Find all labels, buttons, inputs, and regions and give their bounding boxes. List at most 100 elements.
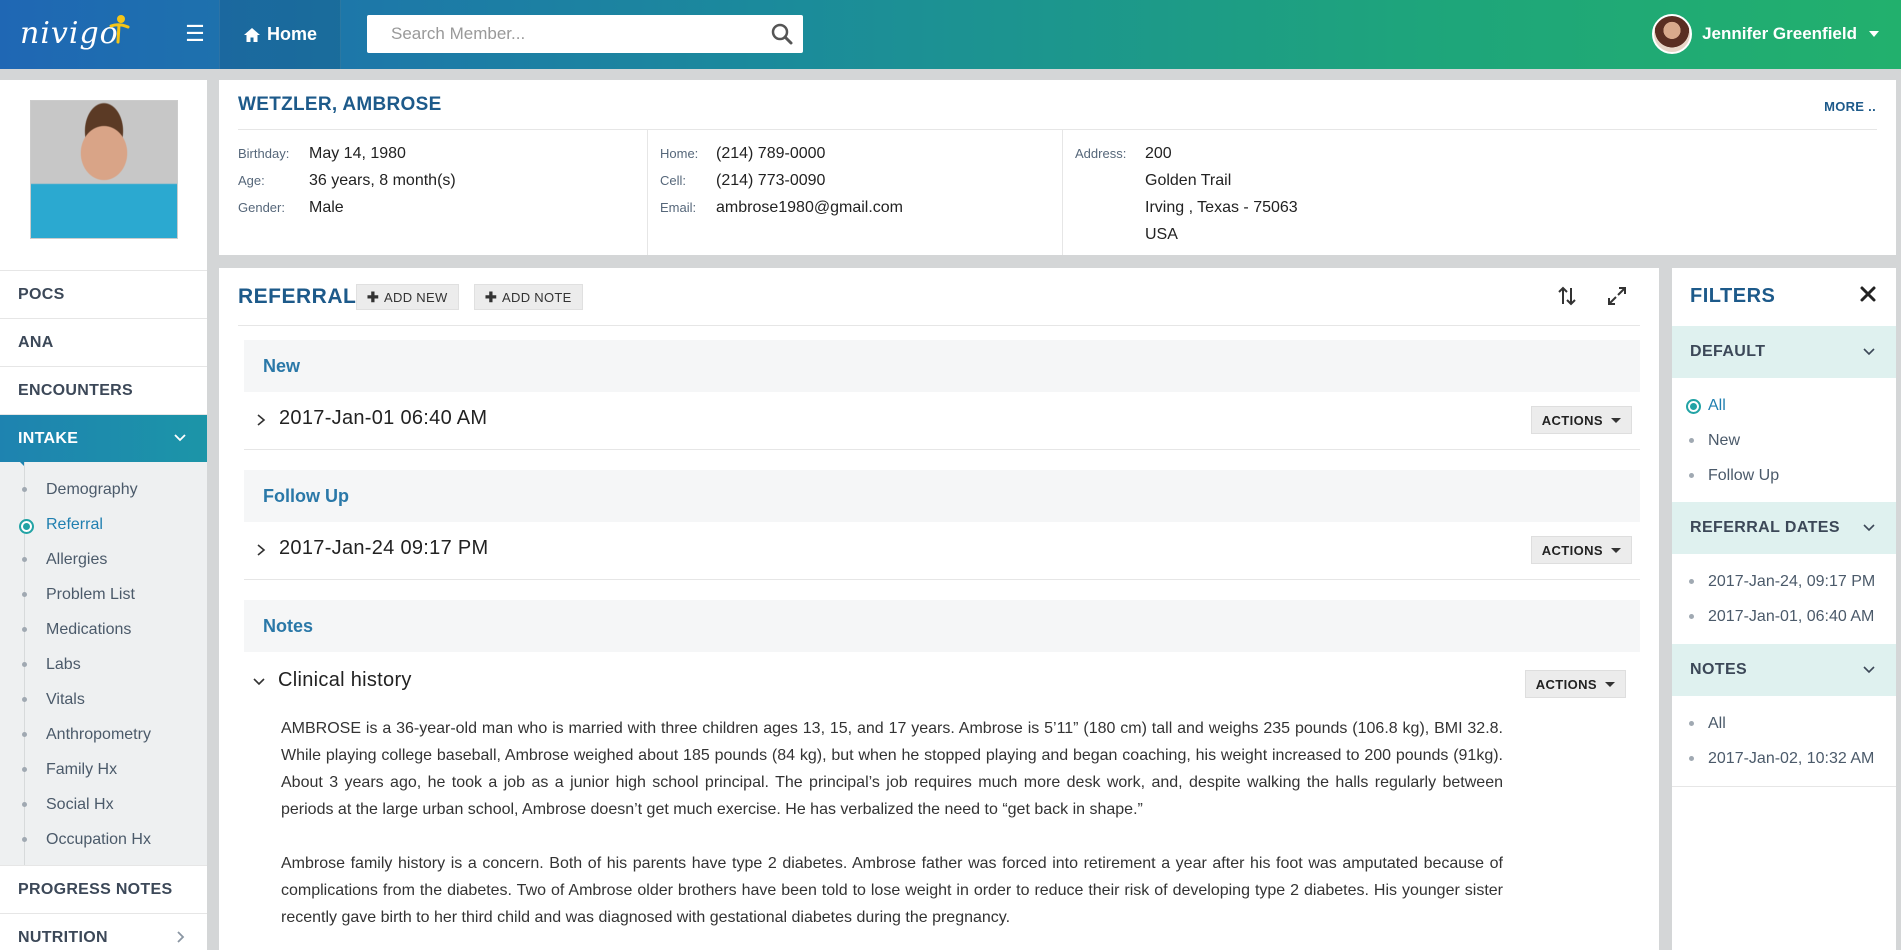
- group-label: Follow Up: [263, 485, 349, 506]
- user-avatar: [1652, 14, 1693, 54]
- filter-option[interactable]: All: [1689, 706, 1890, 741]
- caret-down-icon: [1611, 417, 1621, 423]
- filter-section-referral-dates[interactable]: REFERRAL DATES: [1672, 502, 1896, 554]
- intake-submenu: Demography Referral Allergies Problem Li…: [19, 462, 207, 865]
- home-button[interactable]: Home: [219, 0, 341, 69]
- gender-value: Male: [309, 198, 344, 216]
- home-icon: [243, 27, 260, 42]
- search-icon[interactable]: [769, 21, 795, 47]
- chevron-down-icon: [1863, 524, 1875, 532]
- filter-option[interactable]: Follow Up: [1689, 458, 1890, 493]
- address-label: Address:: [1075, 146, 1127, 161]
- filter-option[interactable]: 2017-Jan-02, 10:32 AM: [1689, 741, 1890, 776]
- patient-demographics: Birthday: May 14, 1980 Age: 36 years, 8 mo…: [238, 130, 642, 255]
- user-name: Jennifer Greenfield: [1702, 24, 1857, 43]
- submenu-label: Family Hx: [46, 760, 118, 778]
- submenu-item-family-hx[interactable]: Family Hx: [22, 752, 207, 787]
- chevron-right-icon[interactable]: [254, 542, 268, 558]
- actions-dropdown[interactable]: ACTIONS: [1530, 406, 1632, 434]
- age-label: Age:: [238, 173, 265, 188]
- submenu-label: Vitals: [46, 690, 85, 708]
- submenu-item-vitals[interactable]: Vitals: [22, 682, 207, 717]
- search-input[interactable]: [367, 15, 803, 53]
- submenu-item-problem-list[interactable]: Problem List: [22, 577, 207, 612]
- submenu-label: Social Hx: [46, 795, 114, 813]
- filter-option-label: 2017-Jan-01, 06:40 AM: [1708, 607, 1875, 625]
- filters-title: FILTERS: [1690, 285, 1776, 307]
- submenu-item-social-hx[interactable]: Social Hx: [22, 787, 207, 822]
- address-line: 200: [1145, 144, 1172, 162]
- add-new-label: ADD NEW: [384, 289, 448, 305]
- filter-option-label: Follow Up: [1708, 466, 1780, 484]
- logo-figure-icon: [109, 15, 130, 44]
- expand-icon[interactable]: [1605, 284, 1629, 308]
- home-phone-label: Home:: [660, 146, 699, 161]
- sort-icon[interactable]: [1555, 284, 1579, 308]
- add-note-button[interactable]: ✚ ADD NOTE: [474, 284, 583, 310]
- referral-entry: 2017-Jan-24 09:17 PM ACTIONS: [244, 522, 1640, 580]
- sidebar-item-label: POCS: [18, 285, 65, 303]
- group-label: New: [263, 355, 301, 376]
- address-line: Irving , Texas - 75063: [1145, 199, 1298, 216]
- filter-option[interactable]: 2017-Jan-24, 09:17 PM: [1689, 564, 1890, 599]
- submenu-item-medications[interactable]: Medications: [22, 612, 207, 647]
- filter-option[interactable]: 2017-Jan-01, 06:40 AM: [1689, 599, 1890, 634]
- filter-section-label: DEFAULT: [1690, 343, 1766, 360]
- filter-section-default[interactable]: DEFAULT: [1672, 326, 1896, 378]
- home-phone-value: (214) 789-0000: [716, 144, 826, 162]
- submenu-item-referral[interactable]: Referral: [19, 507, 207, 542]
- submenu-label: Occupation Hx: [46, 830, 151, 848]
- address-line: Golden Trail: [1145, 172, 1232, 189]
- entry-datetime[interactable]: 2017-Jan-24 09:17 PM: [279, 537, 488, 560]
- submenu-label: Referral: [46, 515, 103, 533]
- sidebar-item-intake[interactable]: INTAKE: [0, 414, 207, 469]
- group-label: Notes: [263, 615, 314, 636]
- submenu-item-allergies[interactable]: Allergies: [22, 542, 207, 577]
- chevron-down-icon[interactable]: [252, 674, 266, 690]
- actions-label: ACTIONS: [1541, 542, 1603, 558]
- filter-section-label: REFERRAL DATES: [1690, 519, 1840, 536]
- chevron-down-icon: [1863, 348, 1875, 356]
- filter-section-notes[interactable]: NOTES: [1672, 644, 1896, 696]
- referral-entry: 2017-Jan-01 06:40 AM ACTIONS: [244, 392, 1640, 450]
- age-value: 36 years, 8 month(s): [309, 171, 456, 189]
- actions-dropdown[interactable]: ACTIONS: [1530, 536, 1632, 564]
- page-title: REFERRAL: [238, 285, 357, 308]
- add-new-button[interactable]: ✚ ADD NEW: [356, 284, 459, 310]
- sidebar-item-label: ENCOUNTERS: [18, 381, 134, 399]
- actions-dropdown[interactable]: ACTIONS: [1524, 670, 1626, 698]
- entry-datetime[interactable]: 2017-Jan-01 06:40 AM: [279, 407, 487, 430]
- caret-down-icon: [1605, 681, 1615, 687]
- caret-down-icon: [1869, 31, 1879, 37]
- email-value: ambrose1980@gmail.com: [716, 198, 903, 216]
- address-line: USA: [1145, 226, 1178, 243]
- filter-section-label: NOTES: [1690, 661, 1748, 678]
- note-title[interactable]: Clinical history: [278, 669, 412, 692]
- hamburger-menu-icon[interactable]: ☰: [180, 19, 210, 49]
- chevron-right-icon[interactable]: [254, 412, 268, 428]
- submenu-item-labs[interactable]: Labs: [22, 647, 207, 682]
- user-menu[interactable]: Jennifer Greenfield: [1652, 14, 1879, 54]
- sidebar-item-pocs[interactable]: POCS: [0, 270, 207, 318]
- more-link[interactable]: MORE ..: [1824, 99, 1876, 114]
- brand-logo[interactable]: nivigo: [20, 14, 132, 54]
- referral-panel: REFERRAL ✚ ADD NEW ✚ ADD NOTE New 2017-J…: [219, 268, 1659, 950]
- sidebar-item-nutrition[interactable]: NUTRITION: [0, 913, 207, 950]
- filter-option[interactable]: All: [1686, 388, 1890, 423]
- filters-panel: FILTERS DEFAULT All New Follow Up REFERR…: [1672, 268, 1896, 950]
- sidebar-item-label: PROGRESS NOTES: [18, 880, 173, 898]
- patient-address: Address: 200 Golden Trail Irving , Texas …: [1062, 130, 1862, 255]
- plus-icon: ✚: [367, 288, 380, 305]
- add-note-label: ADD NOTE: [502, 289, 572, 305]
- sidebar-item-encounters[interactable]: ENCOUNTERS: [0, 366, 207, 414]
- sidebar-item-progress-notes[interactable]: PROGRESS NOTES: [0, 865, 207, 913]
- submenu-item-anthropometry[interactable]: Anthropometry: [22, 717, 207, 752]
- filter-option[interactable]: New: [1689, 423, 1890, 458]
- submenu-item-occupation-hx[interactable]: Occupation Hx: [22, 822, 207, 857]
- member-search: [367, 15, 803, 53]
- submenu-item-demography[interactable]: Demography: [22, 472, 207, 507]
- filter-dates-list: 2017-Jan-24, 09:17 PM 2017-Jan-01, 06:40…: [1689, 564, 1890, 634]
- sidebar-item-ana[interactable]: ANA: [0, 318, 207, 366]
- close-icon[interactable]: [1858, 284, 1878, 304]
- group-header-follow-up: Follow Up: [244, 470, 1640, 522]
